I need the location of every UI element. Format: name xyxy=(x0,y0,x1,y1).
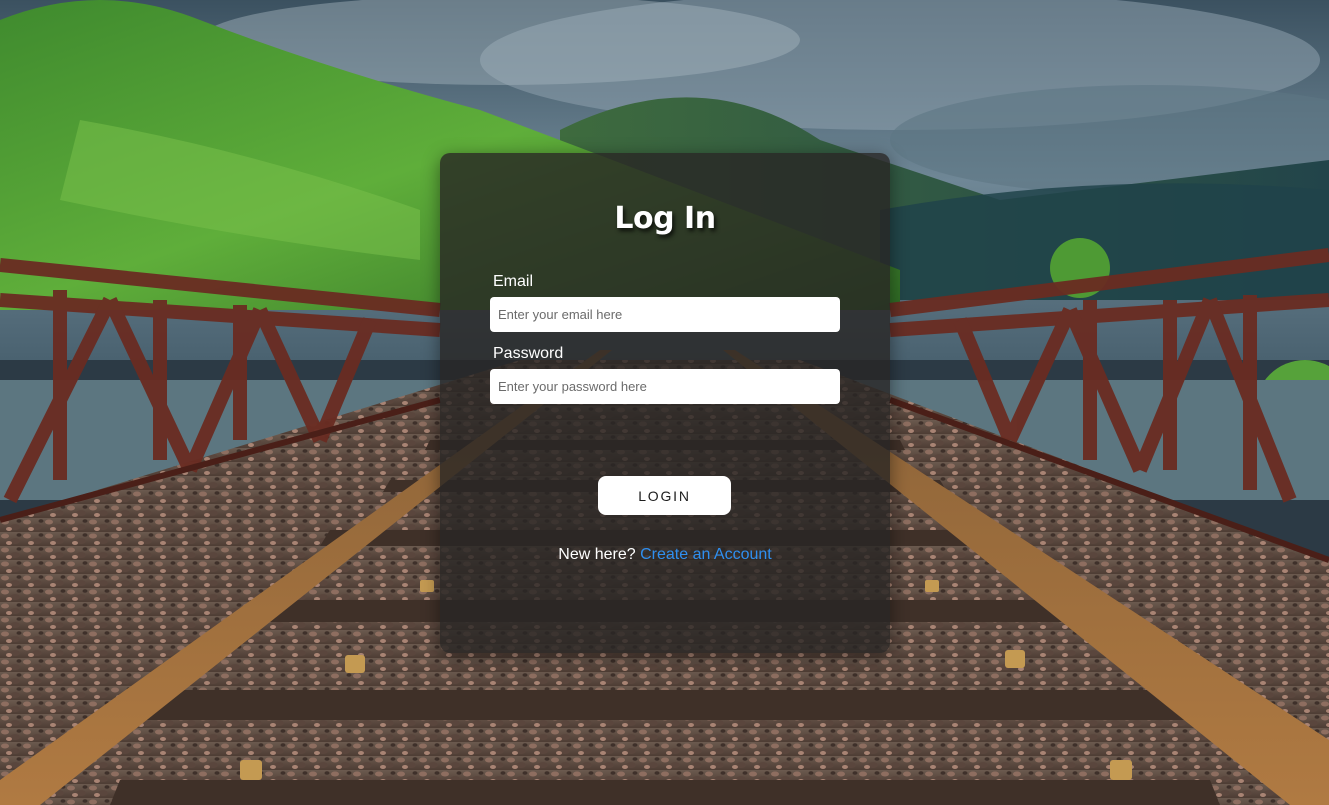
email-label: Email xyxy=(493,273,534,290)
create-account-link[interactable]: Create an Account xyxy=(640,546,772,563)
login-button[interactable]: LOGIN xyxy=(598,476,731,515)
login-card: Log In Email Password LOGIN New here? Cr… xyxy=(440,153,890,653)
signup-prompt-row: New here? Create an Account xyxy=(440,546,890,564)
login-page: Log In Email Password LOGIN New here? Cr… xyxy=(0,0,1329,805)
password-input[interactable] xyxy=(490,369,840,404)
login-title: Log In xyxy=(614,201,716,236)
signup-prompt-text: New here? xyxy=(558,546,636,563)
email-input[interactable] xyxy=(490,297,840,332)
password-label: Password xyxy=(493,345,564,362)
